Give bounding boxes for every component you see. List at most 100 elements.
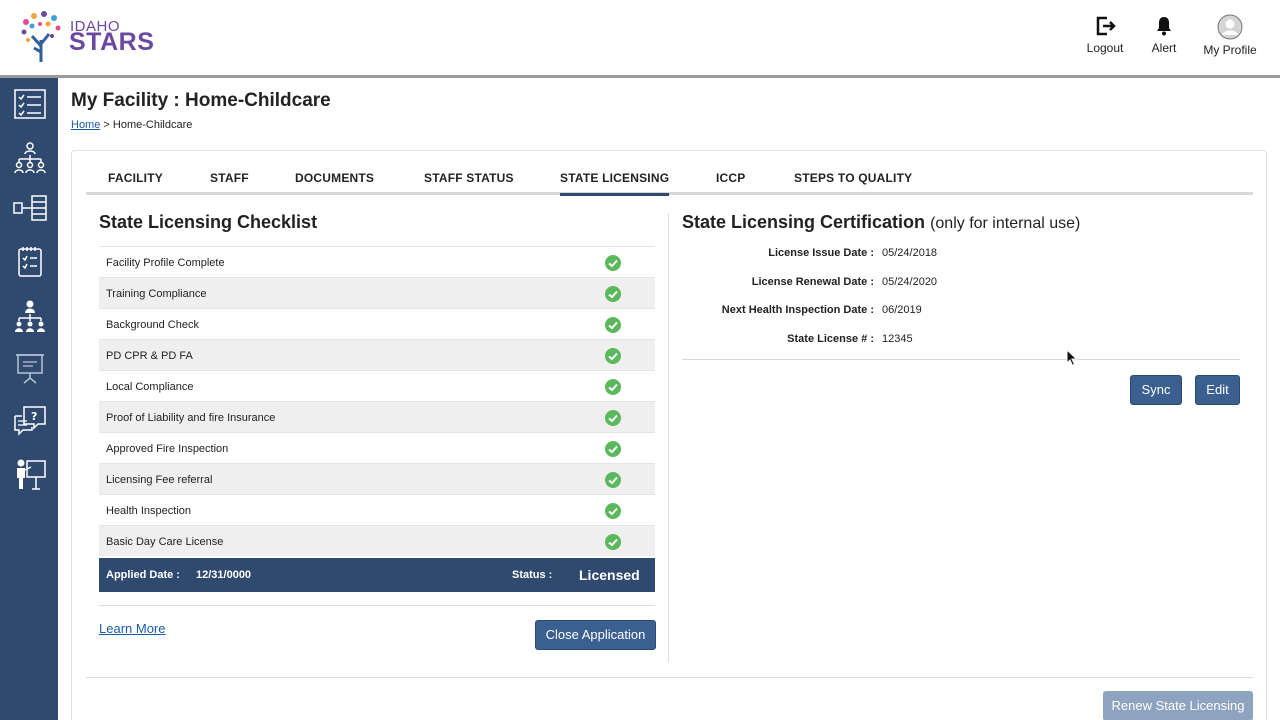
top-header: IDAHO STARS Logout Alert My Profile <box>0 0 1280 78</box>
checklist-item-label: Approved Fire Inspection <box>106 443 229 455</box>
left-sidebar: ? <box>0 78 58 720</box>
tab-documents[interactable]: DOCUMENTS <box>295 171 374 185</box>
sidebar-item-data-flow[interactable] <box>12 190 48 226</box>
applied-date-label: Applied Date : <box>106 569 180 581</box>
checklist-row: Health Inspection <box>99 494 655 525</box>
page-title: My Facility : Home-Childcare <box>71 90 331 111</box>
check-circle-icon <box>605 348 621 364</box>
svg-text:?: ? <box>31 410 37 423</box>
sidebar-item-org-chart[interactable] <box>12 140 48 176</box>
applied-date-value: 12/31/0000 <box>196 569 252 581</box>
checklist-row: Approved Fire Inspection <box>99 432 655 463</box>
breadcrumb-separator: > <box>100 119 113 131</box>
checklist-item-label: Basic Day Care License <box>106 536 224 548</box>
alert-button[interactable]: Alert <box>1146 14 1182 55</box>
hierarchy-icon <box>15 300 45 332</box>
checklist-row: Training Compliance <box>99 277 655 308</box>
sidebar-item-teacher[interactable] <box>12 456 48 492</box>
check-circle-icon <box>605 534 621 550</box>
checklist-table: Facility Profile Complete Training Compli… <box>99 246 655 556</box>
teacher-icon <box>17 459 46 490</box>
cert-divider <box>682 359 1240 360</box>
cert-value: 05/24/2020 <box>882 276 938 288</box>
cert-row-license-number: State License # : 12345 <box>682 333 1242 351</box>
checklist-row: Facility Profile Complete <box>99 246 655 277</box>
checklist-item-label: PD CPR & PD FA <box>106 350 193 362</box>
applied-status-bar: Applied Date : 12/31/0000 Status : Licen… <box>99 558 655 592</box>
logout-label: Logout <box>1086 41 1124 55</box>
cert-value: 05/24/2018 <box>882 247 938 259</box>
checklist-row: Licensing Fee referral <box>99 463 655 494</box>
cert-label: Next Health Inspection Date : <box>721 304 874 316</box>
checklist-item-label: Facility Profile Complete <box>106 257 225 269</box>
tab-state-licensing[interactable]: STATE LICENSING <box>560 171 670 196</box>
checklist-item-label: Background Check <box>106 319 199 331</box>
divider <box>99 605 655 606</box>
status-value: Licensed <box>579 567 640 583</box>
tab-staff[interactable]: STAFF <box>210 171 249 185</box>
cert-row-issue-date: License Issue Date : 05/24/2018 <box>682 247 1242 265</box>
check-circle-icon <box>605 410 621 426</box>
check-circle-icon <box>605 503 621 519</box>
breadcrumb: Home > Home-Childcare <box>71 119 192 131</box>
checklist-item-label: Training Compliance <box>106 288 207 300</box>
checklist-title: State Licensing Checklist <box>99 212 318 232</box>
status-label: Status : <box>512 569 553 581</box>
tab-staff-status[interactable]: STAFF STATUS <box>424 171 514 185</box>
checklist-item-label: Local Compliance <box>106 381 194 393</box>
sidebar-item-checklist[interactable] <box>12 86 48 122</box>
column-divider <box>668 213 669 662</box>
tab-bar: FACILITY STAFF DOCUMENTS STAFF STATUS ST… <box>86 163 1253 196</box>
learn-more-link[interactable]: Learn More <box>99 621 165 636</box>
breadcrumb-home-link[interactable]: Home <box>71 119 100 131</box>
my-profile-button[interactable]: My Profile <box>1200 14 1260 57</box>
checklist-icon <box>14 89 46 119</box>
check-circle-icon <box>605 379 621 395</box>
close-application-button[interactable]: Close Application <box>535 620 656 650</box>
certification-subtitle: (only for internal use) <box>930 215 1081 232</box>
tab-iccp[interactable]: ICCP <box>716 171 745 185</box>
checklist-item-label: Proof of Liability and fire Insurance <box>106 412 276 424</box>
cert-row-health-inspection: Next Health Inspection Date : 06/2019 <box>682 304 1242 322</box>
edit-button[interactable]: Edit <box>1195 375 1240 405</box>
sidebar-item-hierarchy[interactable] <box>12 298 48 334</box>
cert-label: License Issue Date : <box>768 247 874 259</box>
calendar-checklist-icon <box>18 247 42 277</box>
facility-card: FACILITY STAFF DOCUMENTS STAFF STATUS ST… <box>71 150 1267 720</box>
checklist-item-label: Licensing Fee referral <box>106 474 213 486</box>
sidebar-item-calendar-checklist[interactable] <box>12 244 48 280</box>
tree-logo-icon <box>21 11 61 62</box>
checklist-row: Local Compliance <box>99 370 655 401</box>
tab-steps-to-quality[interactable]: STEPS TO QUALITY <box>794 171 912 185</box>
renew-state-licensing-button[interactable]: Renew State Licensing <box>1103 691 1253 720</box>
check-circle-icon <box>605 472 621 488</box>
breadcrumb-current: Home-Childcare <box>112 119 193 131</box>
data-flow-icon <box>13 195 47 221</box>
certification-title-text: State Licensing Certification <box>682 212 926 232</box>
help-chat-icon: ? <box>14 406 46 436</box>
logout-button[interactable]: Logout <box>1084 14 1126 55</box>
sidebar-item-help[interactable]: ? <box>12 402 48 438</box>
certification-title: State Licensing Certification (only for … <box>682 212 1080 233</box>
checklist-row: Basic Day Care License <box>99 525 655 556</box>
check-circle-icon <box>605 255 621 271</box>
bell-icon <box>1157 17 1171 36</box>
checklist-item-label: Health Inspection <box>106 505 191 517</box>
tab-facility[interactable]: FACILITY <box>108 171 163 185</box>
check-circle-icon <box>605 441 621 457</box>
org-chart-icon <box>14 142 46 174</box>
check-circle-icon <box>605 317 621 333</box>
presentation-board-icon <box>16 354 44 384</box>
cert-row-renewal-date: License Renewal Date : 05/24/2020 <box>682 276 1242 294</box>
avatar-icon <box>1217 14 1243 40</box>
checklist-row: PD CPR & PD FA <box>99 339 655 370</box>
check-circle-icon <box>605 286 621 302</box>
cert-value: 12345 <box>882 333 913 345</box>
sidebar-item-presentation[interactable] <box>12 350 48 386</box>
alert-label: Alert <box>1151 41 1177 55</box>
cert-value: 06/2019 <box>882 304 922 316</box>
cert-label: State License # : <box>787 333 874 345</box>
bottom-divider <box>86 677 1253 678</box>
sync-button[interactable]: Sync <box>1130 375 1182 405</box>
idaho-stars-logo[interactable]: IDAHO STARS <box>16 8 166 64</box>
